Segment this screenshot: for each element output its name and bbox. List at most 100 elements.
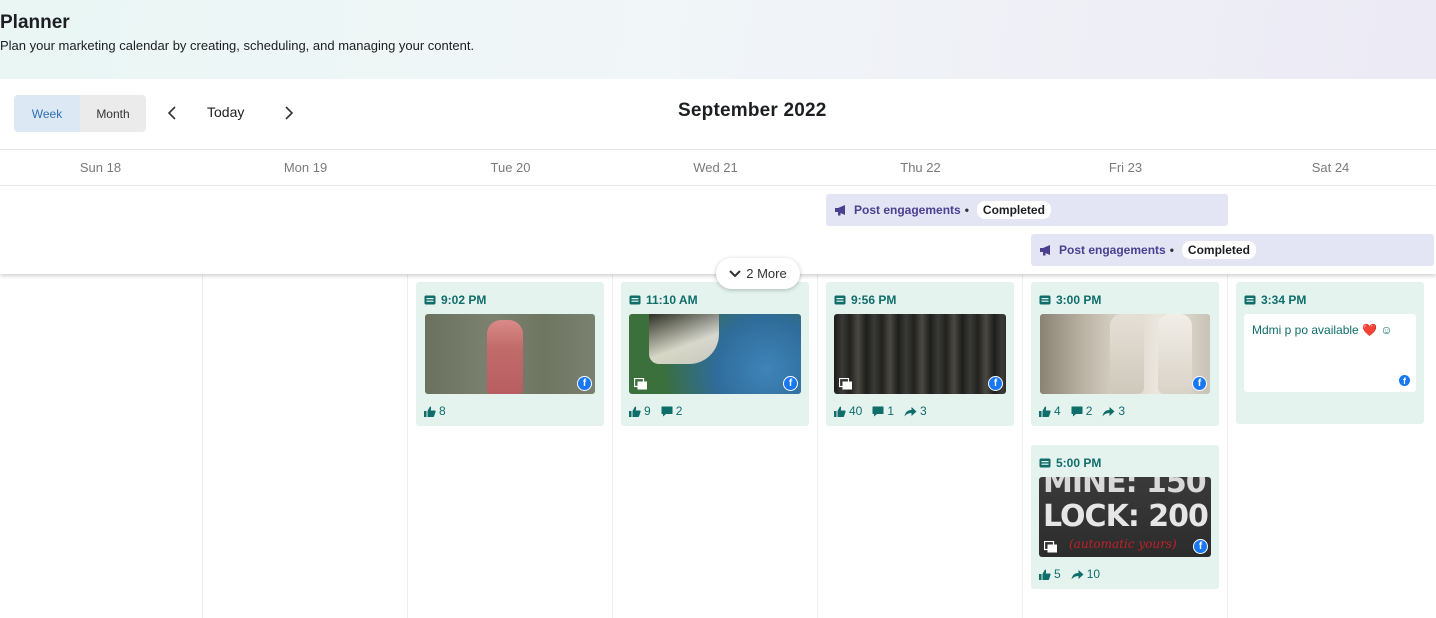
separator-dot: • <box>1169 243 1174 257</box>
comments-stat: 1 <box>872 404 894 418</box>
comments-count: 2 <box>675 404 683 418</box>
comment-icon <box>872 406 884 416</box>
status-badge: Completed <box>1181 241 1256 259</box>
megaphone-icon <box>1040 245 1050 256</box>
grid-divider <box>202 274 203 618</box>
post-icon <box>1039 295 1051 305</box>
likes-count: 5 <box>1054 567 1061 581</box>
shares-stat: 3 <box>904 404 927 418</box>
post-icon <box>834 295 846 305</box>
event-label: Post engagements <box>1059 243 1166 257</box>
post-card[interactable]: 11:10 AM f 9 2 <box>621 282 809 426</box>
day-header-thu: Thu 22 <box>900 160 941 175</box>
megaphone-icon <box>835 205 845 216</box>
image-text-mine: MINE: 150 <box>1043 477 1207 500</box>
post-time: 3:00 PM <box>1039 293 1101 307</box>
facebook-icon: f <box>783 376 798 391</box>
post-stats: 9 2 <box>629 404 682 418</box>
share-icon <box>1071 569 1084 579</box>
event-post-engagements[interactable]: Post engagements • Completed <box>826 194 1228 226</box>
comments-stat: 2 <box>1071 404 1092 418</box>
likes-count: 4 <box>1054 404 1061 418</box>
post-stats: 4 2 3 <box>1039 404 1125 418</box>
post-time-label: 9:56 PM <box>851 293 897 307</box>
chevron-left-icon <box>167 106 176 120</box>
likes-stat: 8 <box>424 404 446 418</box>
post-icon <box>1039 458 1051 468</box>
multiple-photos-icon <box>839 378 852 390</box>
next-week-button[interactable] <box>279 101 299 125</box>
post-time-label: 9:02 PM <box>441 293 487 307</box>
post-card[interactable]: 3:00 PM f 4 2 3 <box>1031 282 1219 426</box>
post-time: 11:10 AM <box>629 293 698 307</box>
post-stats: 40 1 3 <box>834 404 927 418</box>
show-more-button[interactable]: 2 More <box>716 258 800 289</box>
likes-count: 8 <box>439 404 446 418</box>
post-time: 9:56 PM <box>834 293 896 307</box>
post-time-label: 3:34 PM <box>1261 293 1307 307</box>
thumbs-up-icon <box>1039 406 1051 417</box>
facebook-icon: f <box>1398 374 1411 387</box>
month-view-button[interactable]: Month <box>80 95 146 132</box>
post-thumbnail: f <box>1040 314 1210 394</box>
post-icon <box>424 295 436 305</box>
event-post-engagements[interactable]: Post engagements • Completed <box>1031 234 1434 266</box>
day-header-fri: Fri 23 <box>1108 160 1143 175</box>
today-button[interactable]: Today <box>207 104 244 120</box>
week-view-button[interactable]: Week <box>14 95 80 132</box>
grid-divider <box>407 274 408 618</box>
likes-count: 9 <box>644 404 651 418</box>
comments-stat: 2 <box>661 404 683 418</box>
thumbs-up-icon <box>424 406 436 417</box>
separator-dot: • <box>964 203 969 217</box>
grid-divider <box>1227 274 1228 618</box>
post-card[interactable]: 5:00 PM MINE: 150 LOCK: 200 (automatic y… <box>1031 445 1219 589</box>
post-icon <box>629 295 641 305</box>
facebook-icon: f <box>1192 376 1207 391</box>
likes-stat: 4 <box>1039 404 1061 418</box>
likes-stat: 5 <box>1039 567 1061 581</box>
page-title: Planner <box>0 12 70 33</box>
share-icon <box>1102 406 1115 416</box>
post-thumbnail: f <box>834 314 1006 394</box>
comment-icon <box>661 406 673 416</box>
grid-divider <box>612 274 613 618</box>
shares-stat: 10 <box>1071 567 1100 581</box>
post-thumbnail: f <box>629 314 801 394</box>
post-card[interactable]: 3:34 PM Mdmi p po available ❤️ ☺ f <box>1236 282 1424 424</box>
post-time-label: 5:00 PM <box>1056 456 1102 470</box>
day-header-wed: Wed 21 <box>693 160 738 175</box>
multiple-photos-icon <box>634 378 647 390</box>
show-more-label: 2 More <box>746 266 787 281</box>
post-text-preview: Mdmi p po available ❤️ ☺ f <box>1244 314 1416 392</box>
day-header-sat: Sat 24 <box>1311 160 1350 175</box>
shares-count: 10 <box>1086 567 1101 581</box>
month-title: September 2022 <box>678 100 827 121</box>
chevron-down-icon <box>729 269 741 277</box>
post-text: Mdmi p po available ❤️ ☺ <box>1252 323 1393 337</box>
share-icon <box>904 406 917 416</box>
post-time: 5:00 PM <box>1039 456 1101 470</box>
comment-icon <box>1071 406 1083 416</box>
facebook-icon: f <box>577 376 592 391</box>
post-thumbnail: f <box>425 314 595 394</box>
shares-count: 3 <box>1118 404 1126 418</box>
post-card[interactable]: 9:02 PM f 8 <box>416 282 604 426</box>
likes-stat: 40 <box>834 404 862 418</box>
all-day-events: Post engagements • Completed Post engage… <box>0 186 1436 274</box>
figure-shape <box>1110 314 1144 394</box>
likes-count: 40 <box>849 404 863 418</box>
page-subtitle: Plan your marketing calendar by creating… <box>0 38 475 53</box>
page-header: Planner Plan your marketing calendar by … <box>0 0 1436 79</box>
status-badge: Completed <box>976 201 1051 219</box>
likes-stat: 9 <box>629 404 651 418</box>
thumbs-up-icon <box>834 406 846 417</box>
image-text-automatic: (automatic yours) <box>1069 537 1177 551</box>
post-card[interactable]: 9:56 PM f 40 1 3 <box>826 282 1014 426</box>
facebook-icon: f <box>988 376 1003 391</box>
thumbs-up-icon <box>629 406 641 417</box>
view-toggle: Week Month <box>14 95 146 132</box>
previous-week-button[interactable] <box>162 101 182 125</box>
calendar-toolbar: Week Month Today September 2022 <box>0 79 1436 149</box>
day-header-mon: Mon 19 <box>283 160 328 175</box>
